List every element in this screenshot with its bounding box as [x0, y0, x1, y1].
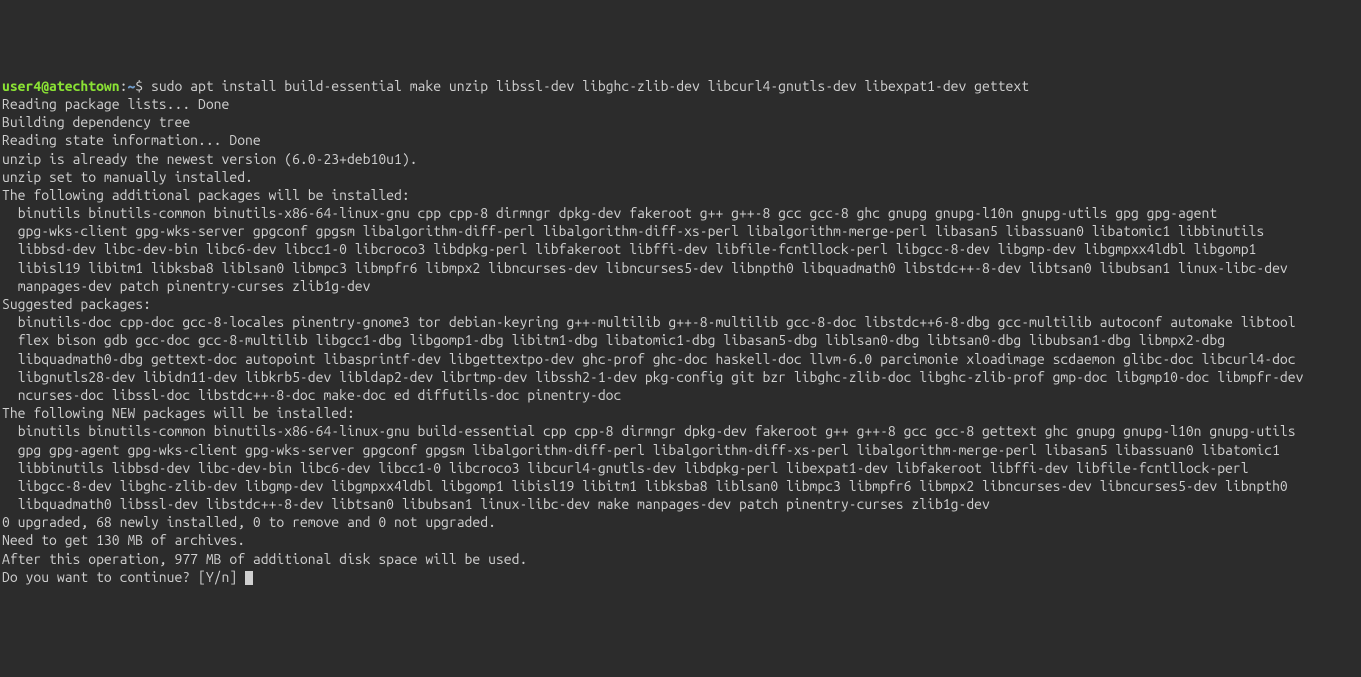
output-line: Building dependency tree	[2, 113, 1359, 131]
output-line: unzip is already the newest version (6.0…	[2, 150, 1359, 168]
output-line: The following NEW packages will be insta…	[2, 404, 1359, 422]
output-line: gpg-wks-client gpg-wks-server gpgconf gp…	[2, 222, 1359, 240]
output-line: 0 upgraded, 68 newly installed, 0 to rem…	[2, 513, 1359, 531]
output-line: The following additional packages will b…	[2, 186, 1359, 204]
cursor-icon[interactable]	[245, 571, 253, 585]
output-line: unzip set to manually installed.	[2, 168, 1359, 186]
terminal-content[interactable]: user4@atechtown:~$ sudo apt install buil…	[2, 77, 1359, 586]
prompt-dollar: $	[135, 78, 151, 94]
output-line: libquadmath0 libssl-dev libstdc++-8-dev …	[2, 495, 1359, 513]
continue-prompt: Do you want to continue? [Y/n]	[2, 569, 245, 585]
prompt-line: Do you want to continue? [Y/n]	[2, 568, 1359, 586]
output-line: libgcc-8-dev libghc-zlib-dev libgmp-dev …	[2, 477, 1359, 495]
output-line: flex bison gdb gcc-doc gcc-8-multilib li…	[2, 331, 1359, 349]
output-line: manpages-dev patch pinentry-curses zlib1…	[2, 277, 1359, 295]
output-line: binutils binutils-common binutils-x86-64…	[2, 204, 1359, 222]
output-line: After this operation, 977 MB of addition…	[2, 550, 1359, 568]
output-line: libquadmath0-dbg gettext-doc autopoint l…	[2, 350, 1359, 368]
output-line: libisl19 libitm1 libksba8 liblsan0 libmp…	[2, 259, 1359, 277]
output-line: libbsd-dev libc-dev-bin libc6-dev libcc1…	[2, 240, 1359, 258]
output-line: Suggested packages:	[2, 295, 1359, 313]
command-text: sudo apt install build-essential make un…	[151, 78, 1029, 94]
output-line: binutils binutils-common binutils-x86-64…	[2, 422, 1359, 440]
command-line: user4@atechtown:~$ sudo apt install buil…	[2, 77, 1359, 95]
output-line: Reading package lists... Done	[2, 95, 1359, 113]
output-line: Reading state information... Done	[2, 131, 1359, 149]
prompt-user: user4@atechtown	[2, 78, 120, 94]
output-line: binutils-doc cpp-doc gcc-8-locales pinen…	[2, 313, 1359, 331]
output-line: Need to get 130 MB of archives.	[2, 531, 1359, 549]
output-line: libgnutls28-dev libidn11-dev libkrb5-dev…	[2, 368, 1359, 386]
output-line: libbinutils libbsd-dev libc-dev-bin libc…	[2, 459, 1359, 477]
output-line: ncurses-doc libssl-doc libstdc++-8-doc m…	[2, 386, 1359, 404]
output-line: gpg gpg-agent gpg-wks-client gpg-wks-ser…	[2, 441, 1359, 459]
